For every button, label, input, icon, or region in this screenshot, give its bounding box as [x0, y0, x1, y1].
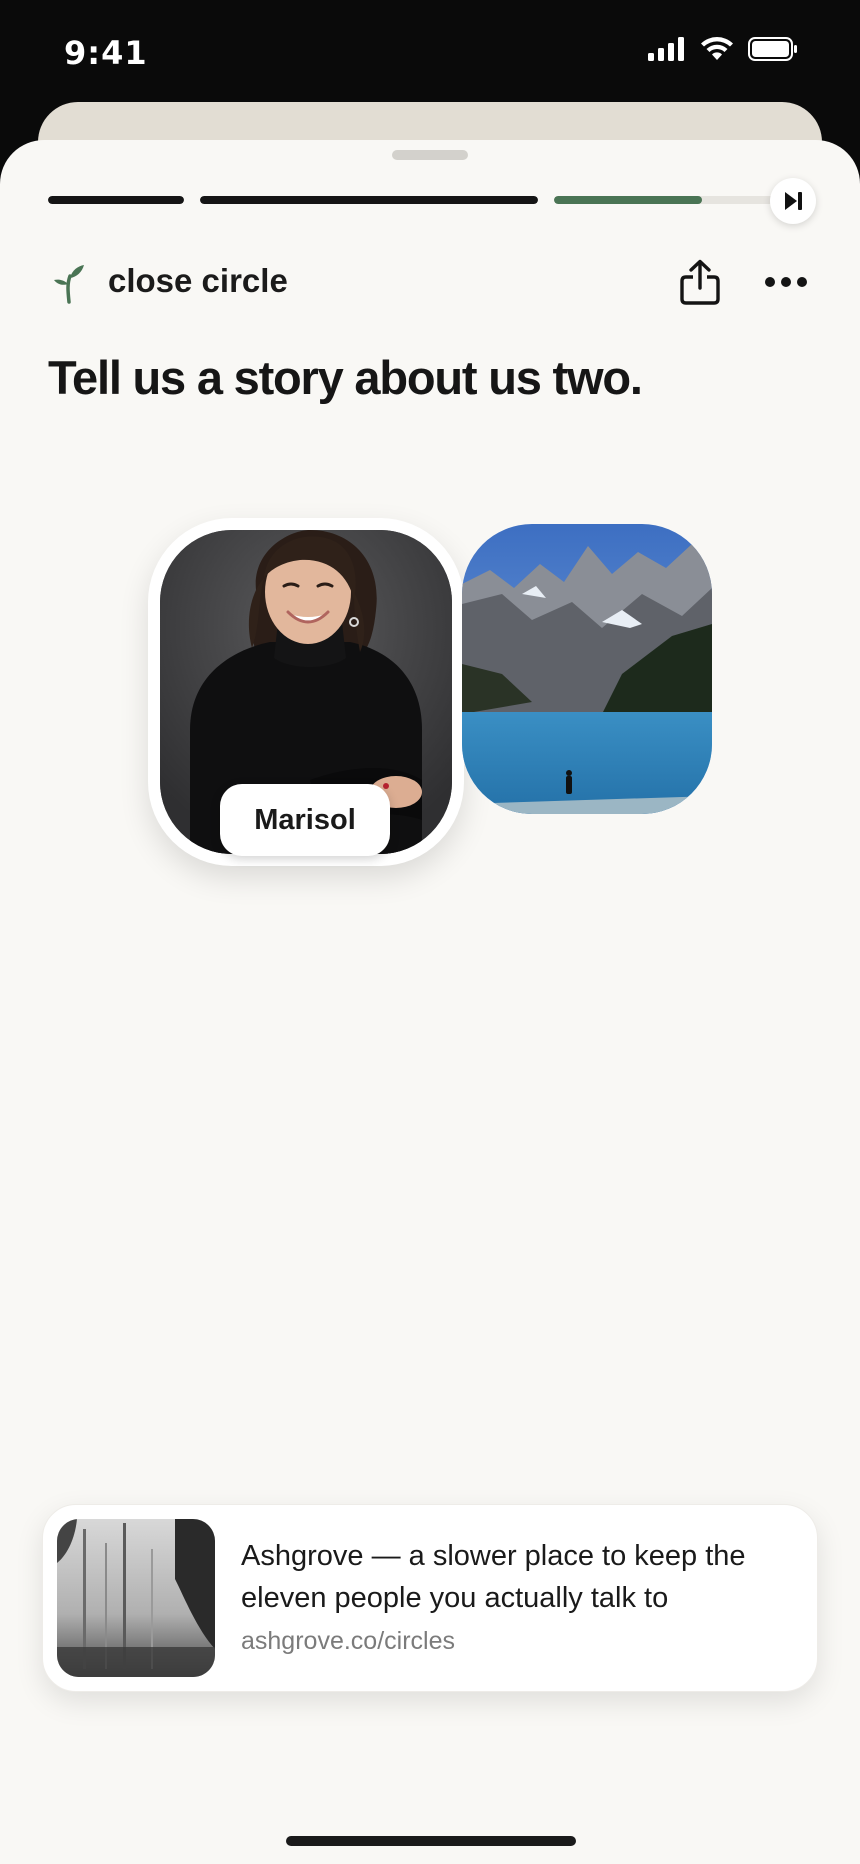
foggy-forest-image	[57, 1519, 215, 1677]
progress-fill	[200, 196, 538, 204]
skip-next-icon	[785, 192, 802, 210]
person-name-pill: Marisol	[220, 784, 390, 856]
skip-button[interactable]	[770, 178, 816, 224]
share-button[interactable]	[672, 254, 728, 310]
link-thumbnail	[57, 1519, 215, 1677]
progress-segment-1	[48, 196, 184, 204]
progress-fill	[554, 196, 703, 204]
link-preview-card[interactable]: Ashgrove — a slower place to keep the el…	[42, 1504, 818, 1692]
link-url: ashgrove.co/circles	[241, 1627, 455, 1655]
status-icons	[648, 36, 798, 61]
battery-icon	[748, 36, 797, 61]
place-photo[interactable]	[462, 524, 712, 814]
story-sheet: close circle Tell us a story about us tw…	[0, 140, 860, 1864]
circle-name[interactable]: close circle	[108, 262, 288, 300]
signal-icon	[648, 36, 684, 61]
more-options-button[interactable]	[758, 254, 814, 310]
progress-fill	[48, 196, 184, 204]
sprout-icon	[54, 265, 84, 304]
home-indicator	[286, 1836, 576, 1846]
sheet-grabber[interactable]	[392, 150, 468, 160]
more-icon	[765, 277, 807, 287]
wifi-icon	[701, 37, 733, 60]
progress-segment-2	[200, 196, 538, 204]
status-bar: 9:41	[0, 0, 860, 105]
status-time: 9:41	[64, 34, 148, 72]
story-header: close circle	[0, 250, 860, 314]
story-prompt: Tell us a story about us two.	[48, 351, 643, 404]
person-card[interactable]: Marisol	[148, 518, 464, 866]
link-title: Ashgrove — a slower place to keep the el…	[241, 1540, 746, 1614]
progress-segment-3	[554, 196, 782, 204]
share-icon	[680, 259, 720, 305]
mountain-lake-image	[462, 524, 712, 814]
